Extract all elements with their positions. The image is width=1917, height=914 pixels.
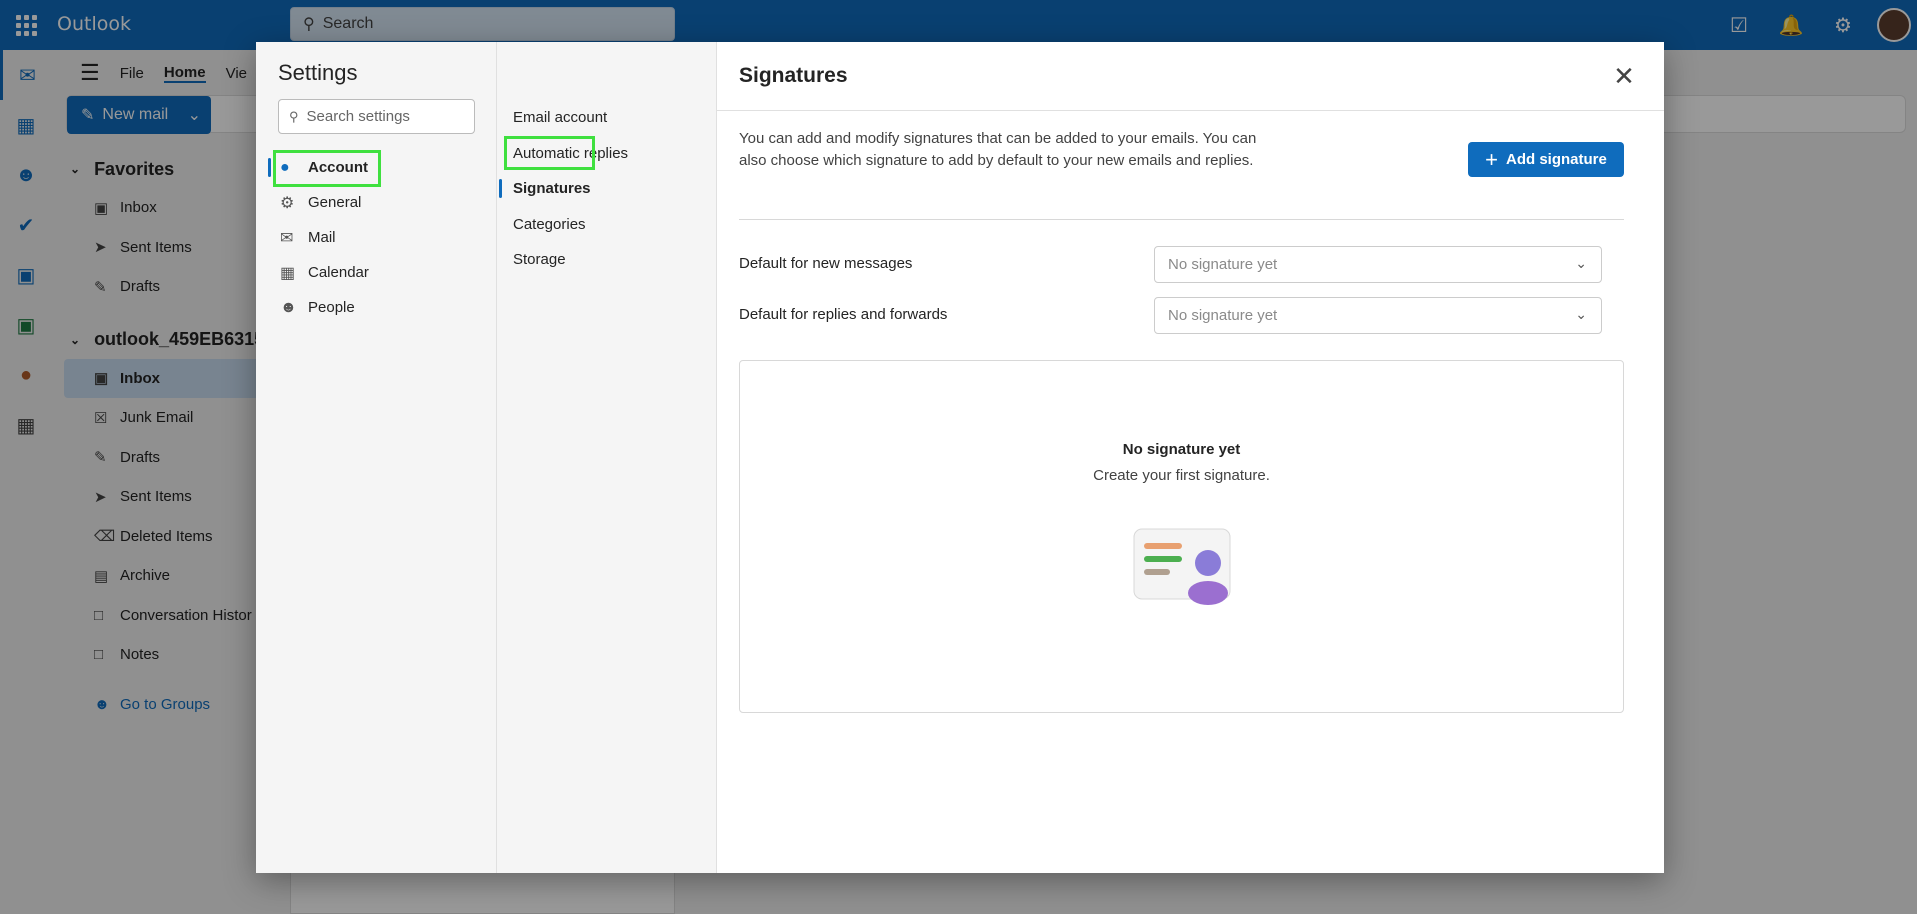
mail-icon: ✉ xyxy=(280,229,294,247)
category-people[interactable]: ☻ People xyxy=(268,290,488,325)
sub-email-account[interactable]: Email account xyxy=(497,100,717,136)
calendar-icon: ▦ xyxy=(280,264,296,282)
chevron-down-icon: ⌄ xyxy=(1575,255,1587,271)
settings-subcategories-pane: Email account Automatic replies Signatur… xyxy=(497,42,717,873)
default-reply-dropdown[interactable]: No signature yet ⌄ xyxy=(1154,297,1602,334)
gear-icon: ⚙ xyxy=(280,194,295,212)
category-label: Calendar xyxy=(308,264,369,281)
category-label: General xyxy=(308,194,362,211)
settings-title: Settings xyxy=(278,60,358,85)
chevron-down-icon: ⌄ xyxy=(1575,306,1587,322)
category-calendar[interactable]: ▦ Calendar xyxy=(268,255,488,290)
category-label: People xyxy=(308,299,355,316)
dropdown-value: No signature yet xyxy=(1168,256,1278,273)
subcategory-list: Email account Automatic replies Signatur… xyxy=(497,100,717,278)
pane-title: Signatures xyxy=(739,64,848,87)
default-reply-label: Default for replies and forwards xyxy=(739,306,948,323)
account-highlight-box xyxy=(273,150,381,187)
people-icon: ☻ xyxy=(280,298,297,316)
default-new-label: Default for new messages xyxy=(739,255,913,272)
empty-title: No signature yet xyxy=(1122,441,1241,458)
signatures-highlight-box xyxy=(504,136,595,170)
signature-card-illustration-icon xyxy=(1133,528,1231,605)
plus-icon: + xyxy=(1485,146,1498,172)
empty-signature-card: No signature yet Create your first signa… xyxy=(739,360,1624,713)
add-signature-button[interactable]: + Add signature xyxy=(1468,142,1624,177)
search-icon: ⚲ xyxy=(289,108,299,124)
settings-search-input[interactable]: ⚲ Search settings xyxy=(278,99,475,134)
signatures-description: You can add and modify signatures that c… xyxy=(739,130,1257,169)
divider xyxy=(739,219,1624,220)
divider xyxy=(717,110,1664,111)
default-new-dropdown[interactable]: No signature yet ⌄ xyxy=(1154,246,1602,283)
empty-subtitle: Create your first signature. xyxy=(1093,467,1270,484)
category-label: Mail xyxy=(308,229,336,246)
sub-categories[interactable]: Categories xyxy=(497,207,717,243)
category-general[interactable]: ⚙ General xyxy=(268,185,488,220)
sub-signatures[interactable]: Signatures xyxy=(497,171,717,207)
category-mail[interactable]: ✉ Mail xyxy=(268,220,488,255)
settings-categories-pane: Settings ⚲ Search settings ● Account ⚙ Gen… xyxy=(256,42,497,873)
close-icon[interactable]: ✕ xyxy=(1608,60,1640,92)
settings-search-placeholder: Search settings xyxy=(306,108,410,125)
dropdown-value: No signature yet xyxy=(1168,307,1278,324)
settings-dialog: Settings ⚲ Search settings ● Account ⚙ Gen… xyxy=(256,42,1664,873)
sub-storage[interactable]: Storage xyxy=(497,242,717,278)
add-signature-label: Add signature xyxy=(1506,151,1607,168)
signatures-pane: Signatures ✕ You can add and modify sign… xyxy=(717,42,1664,873)
